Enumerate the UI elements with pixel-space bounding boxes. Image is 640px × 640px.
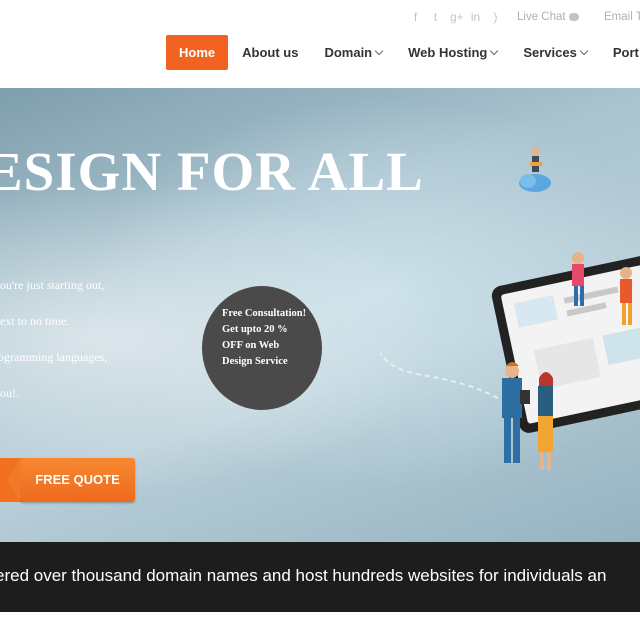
- cloud-person-icon: [519, 147, 551, 192]
- hero-text-line: rogramming languages,: [0, 350, 108, 364]
- hero-slider: ESIGN FOR ALL you're just starting out, …: [0, 88, 640, 542]
- hero-text-line: you're just starting out,: [0, 278, 105, 292]
- rss-icon[interactable]: ): [490, 10, 501, 24]
- consultation-badge: Free Consultation! Get upto 20 % OFF on …: [202, 286, 322, 410]
- chevron-down-icon: [579, 46, 589, 56]
- hero-text-line: you!.: [0, 386, 19, 400]
- nav-item-label: About us: [242, 45, 299, 60]
- social-links: f t g+ in ): [410, 10, 501, 24]
- nav-item-label: Domain: [324, 45, 373, 60]
- email-link[interactable]: Email T: [604, 11, 640, 23]
- info-banner: ered over thousand domain names and host…: [0, 542, 640, 612]
- chat-bubble-icon: [568, 12, 579, 21]
- hero-title: ESIGN FOR ALL: [0, 141, 424, 202]
- header: f t g+ in ) Live Chat Email T Home About…: [0, 0, 640, 88]
- nav-item-home[interactable]: Home: [166, 35, 229, 70]
- hero-illustration: [380, 147, 640, 470]
- main-nav: Home About us Domain Web Hosting Service…: [166, 35, 640, 70]
- twitter-icon[interactable]: t: [430, 10, 441, 24]
- nav-item-label: Home: [179, 45, 216, 60]
- nav-item-domain[interactable]: Domain: [311, 35, 395, 70]
- page-footer-space: [0, 612, 640, 640]
- nav-item-about-us[interactable]: About us: [229, 35, 311, 70]
- email-label: Email T: [604, 11, 640, 23]
- facebook-icon[interactable]: f: [410, 10, 421, 24]
- banner-text: ered over thousand domain names and host…: [0, 566, 607, 585]
- nav-item-label: Port: [612, 45, 639, 60]
- nav-item-label: Services: [523, 45, 577, 60]
- google-plus-icon[interactable]: g+: [450, 10, 464, 24]
- live-chat-link[interactable]: Live Chat: [517, 11, 579, 23]
- hero-text-line: next to no time.: [0, 314, 70, 328]
- nav-item-label: Web Hosting: [408, 45, 488, 60]
- nav-item-portfolio[interactable]: Port: [600, 35, 640, 70]
- linkedin-icon[interactable]: in: [470, 10, 481, 24]
- nav-item-web-hosting[interactable]: Web Hosting: [395, 35, 510, 70]
- chevron-down-icon: [490, 46, 499, 56]
- live-chat-label: Live Chat: [517, 11, 566, 23]
- free-quote-button[interactable]: FREE QUOTE: [8, 458, 135, 502]
- nav-item-services[interactable]: Services: [510, 35, 600, 70]
- chevron-down-icon: [374, 46, 384, 56]
- badge-text: Free Consultation! Get upto 20 % OFF on …: [222, 308, 307, 367]
